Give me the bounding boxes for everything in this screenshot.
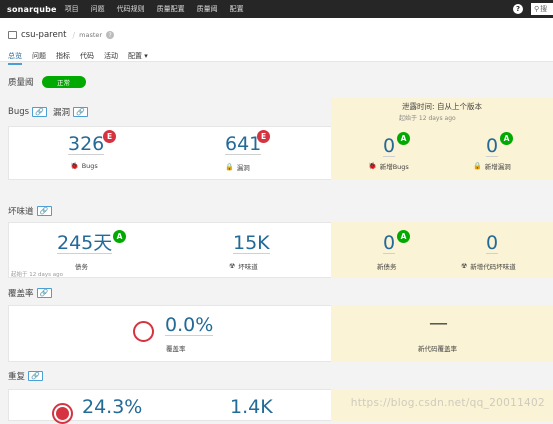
debt-rating[interactable]: A: [113, 230, 126, 243]
smells-value[interactable]: 15K: [233, 234, 270, 254]
question-icon[interactable]: ?: [106, 31, 114, 39]
debt-value[interactable]: 245天: [57, 234, 112, 254]
new-smells-value[interactable]: 0: [486, 234, 498, 254]
breadcrumb-separator: /: [72, 31, 75, 40]
new-debt-value[interactable]: 0: [383, 234, 395, 254]
smells-section-title: 坏味道 🔗: [8, 205, 58, 217]
tab-measures[interactable]: 指标: [56, 51, 70, 65]
duplications-title: 重复: [8, 370, 25, 382]
smells-since: 起始于 12 days ago: [11, 270, 63, 278]
bugs-title: Bugs: [8, 107, 29, 117]
new-bugs-label: 🐞新增Bugs: [368, 161, 409, 171]
watermark: https://blog.csdn.net/qq_20011402: [351, 397, 545, 409]
new-vulnerabilities-label: 🔒新增漏洞: [473, 161, 511, 171]
leak-period-title: 泄露时间: 自从上个版本: [331, 101, 553, 112]
new-bugs-label-text: 新增Bugs: [380, 161, 409, 171]
vulnerabilities-rating[interactable]: E: [257, 130, 270, 143]
lock-icon: 🔒: [225, 163, 234, 171]
new-debt-rating[interactable]: A: [397, 230, 410, 243]
bugs-leak-area: [331, 126, 553, 180]
new-coverage-value: —: [429, 314, 448, 333]
tab-issues[interactable]: 问题: [32, 51, 46, 65]
branch-name[interactable]: master: [79, 31, 102, 39]
nav-quality-profiles[interactable]: 质量配置: [157, 4, 185, 14]
coverage-title: 覆盖率: [8, 287, 34, 299]
link-icon[interactable]: 🔗: [28, 371, 43, 381]
help-icon[interactable]: ?: [513, 4, 523, 14]
new-vulnerabilities-value[interactable]: 0: [486, 137, 498, 157]
new-debt-label: 新债务: [377, 261, 397, 271]
duplications-value[interactable]: 24.3%: [82, 398, 142, 417]
project-header: csu-parent / master ? 总览 问题 指标 代码 活动 配置 …: [0, 18, 553, 62]
new-bugs-value[interactable]: 0: [383, 137, 395, 157]
leak-period-header: 泄露时间: 自从上个版本 起始于 12 days ago: [331, 98, 553, 126]
vulnerabilities-label: 🔒漏洞: [225, 162, 250, 172]
project-icon: [8, 31, 17, 39]
quality-gate: 质量阈 正常: [8, 76, 86, 88]
coverage-label: 覆盖率: [166, 343, 186, 353]
tab-activity[interactable]: 活动: [104, 51, 118, 65]
link-icon[interactable]: 🔗: [37, 206, 52, 216]
vulnerabilities-label-text: 漏洞: [237, 162, 250, 172]
vulnerabilities-title: 漏洞: [53, 106, 70, 118]
project-name[interactable]: csu-parent: [21, 30, 66, 40]
link-icon[interactable]: 🔗: [32, 107, 47, 117]
bugs-label: 🐞Bugs: [70, 162, 98, 170]
search-placeholder: 搜: [540, 4, 547, 14]
lock-icon: 🔒: [473, 162, 482, 170]
main-nav: 项目 问题 代码规则 质量配置 质量阈 配置: [65, 4, 256, 14]
bug-icon: 🐞: [70, 162, 79, 170]
smells-leak-area: [331, 222, 553, 278]
new-vulnerabilities-rating[interactable]: A: [500, 132, 513, 145]
nav-rules[interactable]: 代码规则: [117, 4, 145, 14]
bugs-section-title: Bugs 🔗 漏洞 🔗: [8, 106, 94, 118]
nav-issues[interactable]: 问题: [91, 4, 105, 14]
nav-projects[interactable]: 项目: [65, 4, 79, 14]
quality-gate-status-badge: 正常: [42, 76, 86, 88]
top-navbar: sonarqube 项目 问题 代码规则 质量配置 质量阈 配置 ? ⚲ 搜: [0, 0, 553, 18]
new-vulnerabilities-label-text: 新增漏洞: [485, 161, 511, 171]
bug-icon: 🐞: [368, 162, 377, 170]
new-bugs-rating[interactable]: A: [397, 132, 410, 145]
debt-label: 债务: [75, 261, 88, 271]
search-input[interactable]: ⚲ 搜: [531, 3, 553, 15]
new-smells-label: ☢新增代码坏味道: [461, 261, 516, 271]
bugs-rating[interactable]: E: [103, 130, 116, 143]
project-tabs: 总览 问题 指标 代码 活动 配置 ▾: [8, 51, 158, 65]
smells-title: 坏味道: [8, 205, 34, 217]
duplications-section-title: 重复 🔗: [8, 370, 49, 382]
vulnerabilities-value[interactable]: 641: [225, 135, 261, 155]
coverage-section-title: 覆盖率 🔗: [8, 287, 58, 299]
tab-administration[interactable]: 配置 ▾: [128, 51, 148, 65]
new-coverage-label: 新代码覆盖率: [418, 343, 457, 353]
leak-period-since: 起始于 12 days ago: [331, 113, 553, 122]
nav-administration[interactable]: 配置: [230, 4, 244, 14]
search-icon: ⚲: [534, 5, 539, 13]
coverage-value[interactable]: 0.0%: [165, 316, 213, 336]
tab-code[interactable]: 代码: [80, 51, 94, 65]
smells-label: ☢坏味道: [229, 261, 258, 271]
bugs-value[interactable]: 326: [68, 135, 104, 155]
duplications-bubble-fill: [56, 407, 69, 420]
quality-gate-label: 质量阈: [8, 76, 34, 88]
radiation-icon: ☢: [229, 262, 235, 270]
smells-label-text: 坏味道: [238, 261, 258, 271]
radiation-icon: ☢: [461, 262, 467, 270]
new-smells-label-text: 新增代码坏味道: [470, 261, 516, 271]
coverage-donut-icon: [133, 321, 154, 342]
tab-overview[interactable]: 总览: [8, 51, 22, 65]
duplicated-lines-value[interactable]: 1.4K: [230, 398, 273, 417]
sonarqube-logo[interactable]: sonarqube: [7, 5, 57, 14]
link-icon[interactable]: 🔗: [73, 107, 88, 117]
link-icon[interactable]: 🔗: [37, 288, 52, 298]
nav-quality-gates[interactable]: 质量阈: [197, 4, 218, 14]
bugs-label-text: Bugs: [82, 162, 98, 170]
